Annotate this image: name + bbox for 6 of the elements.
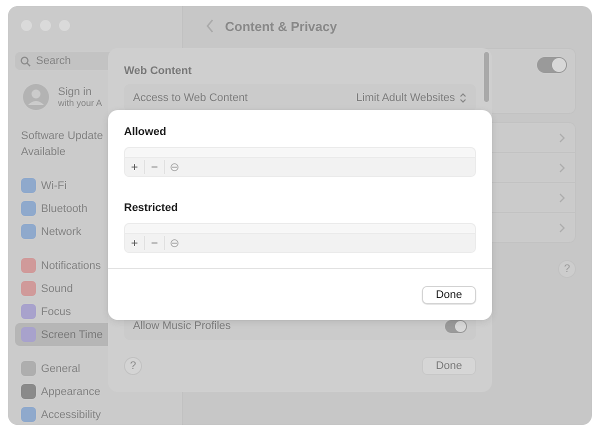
search-placeholder: Search — [36, 55, 71, 67]
section-title: Restricted — [124, 202, 179, 214]
row-label: Access to Web Content — [133, 92, 248, 104]
sign-in-subtitle: with your A — [58, 98, 102, 108]
section-title: Allowed — [124, 126, 168, 138]
window-title: Content & Privacy — [225, 18, 337, 34]
